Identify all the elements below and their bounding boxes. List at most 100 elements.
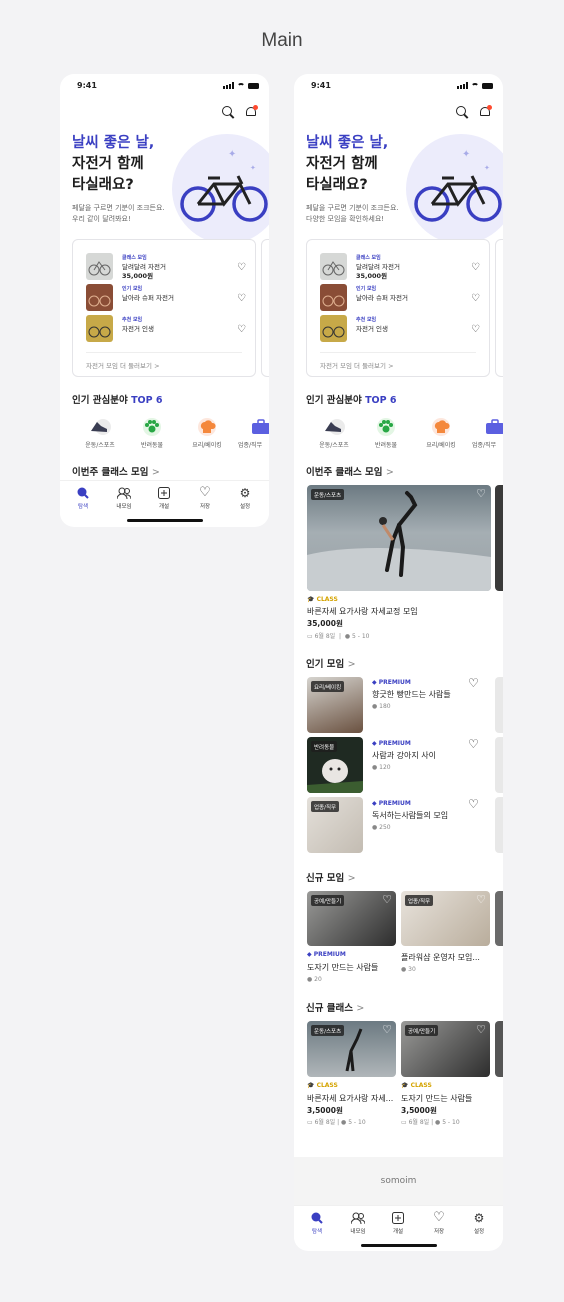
yoga-person-illustration	[307, 491, 491, 591]
tab-explore[interactable]: 탐색	[63, 486, 103, 510]
section-title-weekly[interactable]: 이번주 클래스 모임 >	[306, 464, 394, 478]
thumbnail-peek[interactable]	[495, 797, 503, 853]
tab-settings[interactable]: ⚙ 설정	[459, 1211, 499, 1235]
sneaker-icon[interactable]	[89, 418, 111, 436]
tab-my-groups[interactable]: 내모임	[104, 486, 144, 510]
heart-icon[interactable]: ♡	[382, 1023, 392, 1036]
class-name[interactable]: 바른자세 요가사랑 자세교정 모임	[307, 606, 491, 617]
member-count: ● 180	[372, 703, 391, 710]
class-image-peek[interactable]	[495, 1021, 503, 1077]
list-item[interactable]: 인기 모임 날아라 슈퍼 자전거 ♡	[86, 284, 246, 312]
heart-icon[interactable]: ♡	[468, 676, 479, 690]
member-count: ● 120	[372, 764, 391, 771]
sneaker-icon[interactable]	[323, 418, 345, 436]
group-name[interactable]: 도자기 만드는 사람들	[307, 962, 396, 973]
chef-hat-icon[interactable]	[196, 418, 218, 436]
item-category: 인기 모임	[356, 286, 377, 292]
section-title-weekly[interactable]: 이번주 클래스 모임 >	[72, 464, 160, 478]
premium-label: PREMIUM	[378, 800, 411, 807]
briefcase-icon[interactable]	[484, 418, 503, 436]
thumbnail[interactable]: 반려동물	[307, 737, 363, 793]
section-title-new-groups[interactable]: 신규 모임 >	[306, 870, 356, 884]
thumbnail[interactable]: 요리/베이킹	[307, 677, 363, 733]
paw-icon[interactable]	[141, 418, 163, 436]
thumbnail-peek[interactable]	[495, 737, 503, 793]
notification-bell-icon[interactable]	[245, 105, 258, 119]
thumbnail-peek[interactable]	[495, 677, 503, 733]
list-item[interactable]: 추천 모임 자전거 인생 ♡	[320, 315, 480, 343]
category-label[interactable]: 운동/스포츠	[309, 440, 359, 449]
category-label[interactable]: 업종/직무	[472, 440, 503, 449]
tab-my-groups[interactable]: 내모임	[338, 1211, 378, 1235]
see-more-link[interactable]: 자전거 모임 더 둘러보기 >	[320, 360, 394, 370]
see-more-link[interactable]: 자전거 모임 더 둘러보기 >	[86, 360, 160, 370]
thumbnail	[86, 284, 113, 311]
tab-create[interactable]: 개설	[144, 486, 184, 510]
category-label[interactable]: 요리/베이킹	[416, 440, 466, 449]
briefcase-icon[interactable]	[250, 418, 269, 436]
hero-subtitle-line1: 페달을 구르면 기분이 조크든요.	[306, 204, 399, 212]
sparkle-icon: ✦	[250, 164, 256, 172]
heart-icon[interactable]: ♡	[476, 1023, 486, 1036]
person-icon: ●	[344, 633, 351, 640]
list-item[interactable]: 클래스 모임 달려달려 자전거 35,000원 ♡	[86, 253, 246, 281]
paw-icon[interactable]	[375, 418, 397, 436]
recommendation-card-peek[interactable]	[261, 239, 269, 377]
section-title-popular[interactable]: 인기 모임 >	[306, 656, 356, 670]
class-name[interactable]: 도자기 만드는 사람들	[401, 1093, 490, 1104]
heart-icon[interactable]: ♡	[471, 262, 480, 273]
group-name[interactable]: 향긋한 빵만드는 사람들	[372, 689, 472, 700]
heart-icon[interactable]: ♡	[471, 324, 480, 335]
class-badge: 🎓 CLASS	[307, 596, 338, 603]
recommendation-card[interactable]: 클래스 모임 달려달려 자전거 35,000원 ♡ 인기 모임 날아라 슈퍼 자…	[72, 239, 256, 377]
heart-icon[interactable]: ♡	[237, 324, 246, 335]
heart-icon[interactable]: ♡	[237, 293, 246, 304]
list-item[interactable]: 클래스 모임 달려달려 자전거 35,000원 ♡	[320, 253, 480, 281]
class-price: 3,5000원	[307, 1106, 343, 1115]
item-name: 자전거 인생	[356, 325, 388, 333]
thumbnail[interactable]: 업종/직무	[307, 797, 363, 853]
chef-hat-icon[interactable]	[430, 418, 452, 436]
group-name[interactable]: 플라워샵 운영자 모임...	[401, 952, 490, 963]
heart-icon[interactable]: ♡	[476, 487, 486, 500]
recommendation-card-peek[interactable]	[495, 239, 503, 377]
class-image-peek[interactable]	[495, 485, 503, 591]
category-label[interactable]: 반려동물	[361, 440, 411, 449]
heart-icon[interactable]: ♡	[471, 293, 480, 304]
class-people: 5 - 10	[352, 633, 370, 640]
tab-label: 탐색	[311, 1229, 323, 1235]
heart-icon[interactable]: ♡	[468, 737, 479, 751]
heart-icon[interactable]: ♡	[237, 262, 246, 273]
group-name[interactable]: 사람과 강아지 사이	[372, 750, 472, 761]
list-item[interactable]: 인기 모임 날아라 슈퍼 자전거 ♡	[320, 284, 480, 312]
category-tag: 운동/스포츠	[311, 489, 345, 500]
class-name[interactable]: 바른자세 요가사랑 자세...	[307, 1093, 396, 1104]
chevron-right-icon: >	[356, 1003, 365, 1014]
category-label[interactable]: 업종/직무	[238, 440, 269, 449]
tab-settings[interactable]: ⚙ 설정	[225, 486, 265, 510]
notification-bell-icon[interactable]	[479, 105, 492, 119]
group-image-peek[interactable]	[495, 891, 503, 946]
tab-create[interactable]: 개설	[378, 1211, 418, 1235]
group-image[interactable]: 업종/직무 ♡	[401, 891, 490, 946]
category-tag: 반려동물	[311, 741, 338, 752]
list-item[interactable]: 추천 모임 자전거 인생 ♡	[86, 315, 246, 343]
section-title-new-classes[interactable]: 신규 클래스 >	[306, 1000, 364, 1014]
heart-icon[interactable]: ♡	[476, 893, 486, 906]
search-icon[interactable]	[222, 106, 235, 119]
class-image[interactable]: 운동/스포츠 ♡	[307, 1021, 396, 1077]
search-icon[interactable]	[456, 106, 469, 119]
class-image[interactable]: 공예/만들기 ♡	[401, 1021, 490, 1077]
heart-icon[interactable]: ♡	[468, 797, 479, 811]
tab-saved[interactable]: ♡ 저장	[419, 1211, 459, 1235]
heart-icon[interactable]: ♡	[382, 893, 392, 906]
category-label[interactable]: 운동/스포츠	[75, 440, 125, 449]
category-label[interactable]: 반려동물	[127, 440, 177, 449]
category-label[interactable]: 요리/베이킹	[182, 440, 232, 449]
tab-explore[interactable]: 탐색	[297, 1211, 337, 1235]
group-image[interactable]: 공예/만들기 ♡	[307, 891, 396, 946]
recommendation-card[interactable]: 클래스 모임 달려달려 자전거 35,000원 ♡ 인기 모임 날아라 슈퍼 자…	[306, 239, 490, 377]
class-image[interactable]: 운동/스포츠 ♡	[307, 485, 491, 591]
tab-saved[interactable]: ♡ 저장	[185, 486, 225, 510]
group-name[interactable]: 독서하는사람들의 모임	[372, 810, 472, 821]
